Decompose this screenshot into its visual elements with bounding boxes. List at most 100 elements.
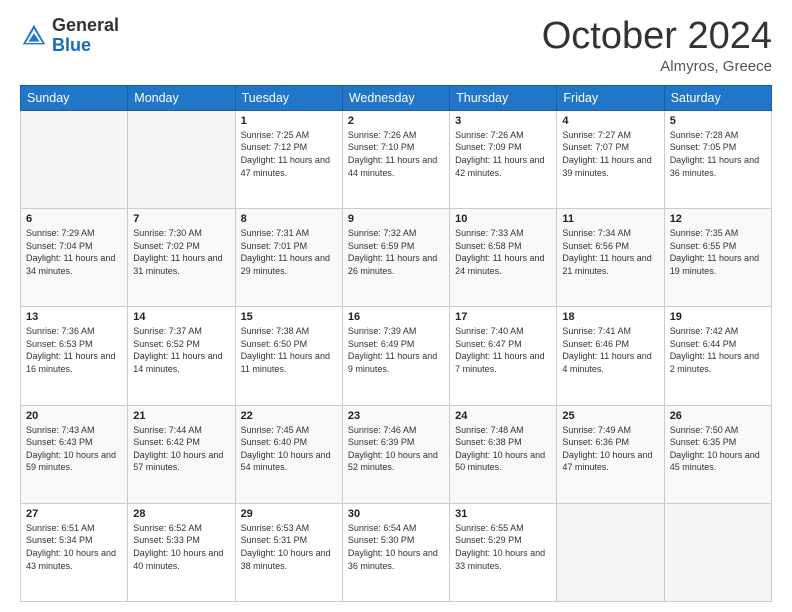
calendar-cell: 20 Sunrise: 7:43 AM Sunset: 6:43 PM Dayli… — [21, 405, 128, 503]
calendar-cell: 4 Sunrise: 7:27 AM Sunset: 7:07 PM Daylig… — [557, 110, 664, 208]
day-number: 12 — [670, 213, 766, 225]
day-info: Sunrise: 7:41 AM Sunset: 6:46 PM Dayligh… — [562, 325, 658, 375]
calendar-cell — [21, 110, 128, 208]
day-number: 19 — [670, 311, 766, 323]
day-number: 3 — [455, 115, 551, 127]
month-title: October 2024 — [542, 16, 772, 58]
day-info: Sunrise: 7:29 AM Sunset: 7:04 PM Dayligh… — [26, 227, 122, 277]
calendar-cell — [557, 503, 664, 601]
location: Almyros, Greece — [542, 58, 772, 75]
day-info: Sunrise: 7:49 AM Sunset: 6:36 PM Dayligh… — [562, 424, 658, 474]
calendar-cell — [128, 110, 235, 208]
calendar-week-5: 27 Sunrise: 6:51 AM Sunset: 5:34 PM Dayli… — [21, 503, 772, 601]
calendar-cell: 15Sunrise: 7:38 AM Sunset: 6:50 PM Dayli… — [235, 307, 342, 405]
calendar-cell: 23 Sunrise: 7:46 AM Sunset: 6:39 PM Dayli… — [342, 405, 449, 503]
logo-icon — [20, 22, 48, 50]
calendar-cell: 17Sunrise: 7:40 AM Sunset: 6:47 PM Dayli… — [450, 307, 557, 405]
day-number: 23 — [348, 410, 444, 422]
day-number: 29 — [241, 508, 337, 520]
calendar-cell: 6 Sunrise: 7:29 AM Sunset: 7:04 PM Daylig… — [21, 209, 128, 307]
day-info: Sunrise: 7:33 AM Sunset: 6:58 PM Dayligh… — [455, 227, 551, 277]
day-info: Sunrise: 7:25 AM Sunset: 7:12 PM Dayligh… — [241, 129, 337, 179]
day-number: 28 — [133, 508, 229, 520]
calendar-body: 1Sunrise: 7:25 AM Sunset: 7:12 PM Daylig… — [21, 110, 772, 601]
day-info: Sunrise: 7:30 AM Sunset: 7:02 PM Dayligh… — [133, 227, 229, 277]
day-info: Sunrise: 7:27 AM Sunset: 7:07 PM Dayligh… — [562, 129, 658, 179]
calendar-cell: 29 Sunrise: 6:53 AM Sunset: 5:31 PM Dayli… — [235, 503, 342, 601]
day-number: 17 — [455, 311, 551, 323]
day-info: Sunrise: 6:52 AM Sunset: 5:33 PM Dayligh… — [133, 522, 229, 572]
day-info: Sunrise: 7:35 AM Sunset: 6:55 PM Dayligh… — [670, 227, 766, 277]
calendar-week-3: 13Sunrise: 7:36 AM Sunset: 6:53 PM Dayli… — [21, 307, 772, 405]
day-number: 22 — [241, 410, 337, 422]
weekday-header-friday: Friday — [557, 85, 664, 110]
calendar-cell: 1Sunrise: 7:25 AM Sunset: 7:12 PM Daylig… — [235, 110, 342, 208]
day-info: Sunrise: 7:44 AM Sunset: 6:42 PM Dayligh… — [133, 424, 229, 474]
weekday-header-saturday: Saturday — [664, 85, 771, 110]
page: General Blue October 2024 Almyros, Greec… — [0, 0, 792, 612]
calendar-cell: 10Sunrise: 7:33 AM Sunset: 6:58 PM Dayli… — [450, 209, 557, 307]
calendar-cell: 30 Sunrise: 6:54 AM Sunset: 5:30 PM Dayli… — [342, 503, 449, 601]
calendar-cell: 14 Sunrise: 7:37 AM Sunset: 6:52 PM Dayli… — [128, 307, 235, 405]
day-number: 6 — [26, 213, 122, 225]
day-info: Sunrise: 7:39 AM Sunset: 6:49 PM Dayligh… — [348, 325, 444, 375]
weekday-header-monday: Monday — [128, 85, 235, 110]
day-info: Sunrise: 7:37 AM Sunset: 6:52 PM Dayligh… — [133, 325, 229, 375]
day-info: Sunrise: 6:55 AM Sunset: 5:29 PM Dayligh… — [455, 522, 551, 572]
logo: General Blue — [20, 16, 119, 56]
calendar-cell: 31 Sunrise: 6:55 AM Sunset: 5:29 PM Dayli… — [450, 503, 557, 601]
day-number: 11 — [562, 213, 658, 225]
calendar-cell: 21 Sunrise: 7:44 AM Sunset: 6:42 PM Dayli… — [128, 405, 235, 503]
day-number: 27 — [26, 508, 122, 520]
calendar-header-row: SundayMondayTuesdayWednesdayThursdayFrid… — [21, 85, 772, 110]
day-info: Sunrise: 6:51 AM Sunset: 5:34 PM Dayligh… — [26, 522, 122, 572]
day-number: 14 — [133, 311, 229, 323]
day-info: Sunrise: 7:26 AM Sunset: 7:10 PM Dayligh… — [348, 129, 444, 179]
weekday-header-sunday: Sunday — [21, 85, 128, 110]
day-number: 2 — [348, 115, 444, 127]
calendar-cell: 27 Sunrise: 6:51 AM Sunset: 5:34 PM Dayli… — [21, 503, 128, 601]
day-info: Sunrise: 7:48 AM Sunset: 6:38 PM Dayligh… — [455, 424, 551, 474]
day-number: 4 — [562, 115, 658, 127]
day-info: Sunrise: 7:45 AM Sunset: 6:40 PM Dayligh… — [241, 424, 337, 474]
day-info: Sunrise: 7:34 AM Sunset: 6:56 PM Dayligh… — [562, 227, 658, 277]
day-info: Sunrise: 7:46 AM Sunset: 6:39 PM Dayligh… — [348, 424, 444, 474]
day-number: 21 — [133, 410, 229, 422]
day-number: 16 — [348, 311, 444, 323]
day-number: 7 — [133, 213, 229, 225]
day-number: 31 — [455, 508, 551, 520]
day-info: Sunrise: 7:26 AM Sunset: 7:09 PM Dayligh… — [455, 129, 551, 179]
day-number: 9 — [348, 213, 444, 225]
logo-blue: Blue — [52, 36, 119, 56]
calendar-cell: 2 Sunrise: 7:26 AM Sunset: 7:10 PM Daylig… — [342, 110, 449, 208]
calendar-week-2: 6 Sunrise: 7:29 AM Sunset: 7:04 PM Daylig… — [21, 209, 772, 307]
day-number: 13 — [26, 311, 122, 323]
day-info: Sunrise: 6:53 AM Sunset: 5:31 PM Dayligh… — [241, 522, 337, 572]
calendar-cell: 24 Sunrise: 7:48 AM Sunset: 6:38 PM Dayli… — [450, 405, 557, 503]
calendar-cell: 13Sunrise: 7:36 AM Sunset: 6:53 PM Dayli… — [21, 307, 128, 405]
calendar-cell: 9Sunrise: 7:32 AM Sunset: 6:59 PM Daylig… — [342, 209, 449, 307]
calendar-cell: 26 Sunrise: 7:50 AM Sunset: 6:35 PM Dayli… — [664, 405, 771, 503]
calendar-week-4: 20 Sunrise: 7:43 AM Sunset: 6:43 PM Dayli… — [21, 405, 772, 503]
day-number: 24 — [455, 410, 551, 422]
day-info: Sunrise: 6:54 AM Sunset: 5:30 PM Dayligh… — [348, 522, 444, 572]
weekday-header-wednesday: Wednesday — [342, 85, 449, 110]
logo-text: General Blue — [52, 16, 119, 56]
calendar-cell: 7 Sunrise: 7:30 AM Sunset: 7:02 PM Daylig… — [128, 209, 235, 307]
calendar-table: SundayMondayTuesdayWednesdayThursdayFrid… — [20, 85, 772, 602]
day-info: Sunrise: 7:43 AM Sunset: 6:43 PM Dayligh… — [26, 424, 122, 474]
calendar-cell: 5Sunrise: 7:28 AM Sunset: 7:05 PM Daylig… — [664, 110, 771, 208]
calendar-cell: 18Sunrise: 7:41 AM Sunset: 6:46 PM Dayli… — [557, 307, 664, 405]
day-number: 30 — [348, 508, 444, 520]
day-number: 26 — [670, 410, 766, 422]
calendar-cell: 16 Sunrise: 7:39 AM Sunset: 6:49 PM Dayli… — [342, 307, 449, 405]
title-block: October 2024 Almyros, Greece — [542, 16, 772, 75]
calendar-week-1: 1Sunrise: 7:25 AM Sunset: 7:12 PM Daylig… — [21, 110, 772, 208]
day-number: 20 — [26, 410, 122, 422]
calendar-cell: 19Sunrise: 7:42 AM Sunset: 6:44 PM Dayli… — [664, 307, 771, 405]
calendar-cell: 22 Sunrise: 7:45 AM Sunset: 6:40 PM Dayli… — [235, 405, 342, 503]
day-info: Sunrise: 7:50 AM Sunset: 6:35 PM Dayligh… — [670, 424, 766, 474]
header: General Blue October 2024 Almyros, Greec… — [20, 16, 772, 75]
calendar-cell: 28 Sunrise: 6:52 AM Sunset: 5:33 PM Dayli… — [128, 503, 235, 601]
logo-general: General — [52, 16, 119, 36]
